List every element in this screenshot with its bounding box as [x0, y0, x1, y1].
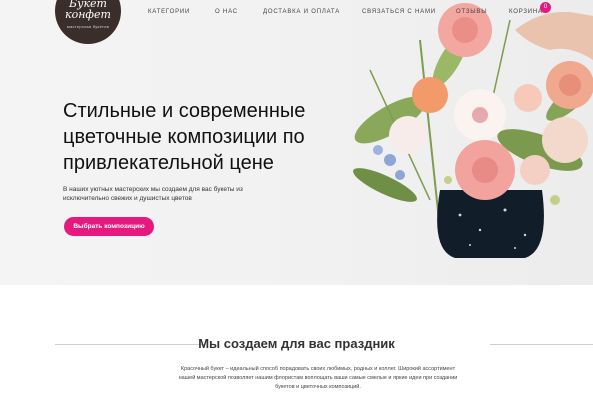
- logo-tagline: мастерская букетов: [66, 24, 110, 29]
- vase: [437, 190, 544, 258]
- cart-count-badge: 0: [540, 2, 551, 13]
- nav-item-cart[interactable]: КОРЗИНА: [509, 8, 543, 16]
- nav-item-about[interactable]: О НАС: [215, 8, 238, 16]
- section-description: Красочный букет – идеальный способ порад…: [178, 366, 458, 390]
- flower-bouquet-image: [353, 3, 593, 258]
- brand-logo[interactable]: Букет конфет мастерская букетов: [55, 0, 121, 44]
- hero-banner: Букет конфет мастерская букетов КАТЕГОРИ…: [0, 0, 593, 285]
- nav-item-contact[interactable]: СВЯЗАТЬСЯ С НАМИ: [362, 8, 436, 16]
- section-divider-right: [490, 344, 593, 345]
- hero-headline: Стильные и современные цветочные компози…: [63, 100, 306, 174]
- hero-subtitle: В наших уютных мастерских мы создаем для…: [63, 186, 243, 202]
- choose-composition-button[interactable]: Выбрать композицию: [64, 217, 154, 236]
- main-nav: КАТЕГОРИИ О НАС ДОСТАВКА И ОПЛАТА СВЯЗАТ…: [0, 8, 593, 20]
- nav-item-categories[interactable]: КАТЕГОРИИ: [148, 8, 190, 16]
- nav-item-reviews[interactable]: ОТЗЫВЫ: [456, 8, 487, 16]
- nav-item-delivery[interactable]: ДОСТАВКА И ОПЛАТА: [263, 8, 340, 16]
